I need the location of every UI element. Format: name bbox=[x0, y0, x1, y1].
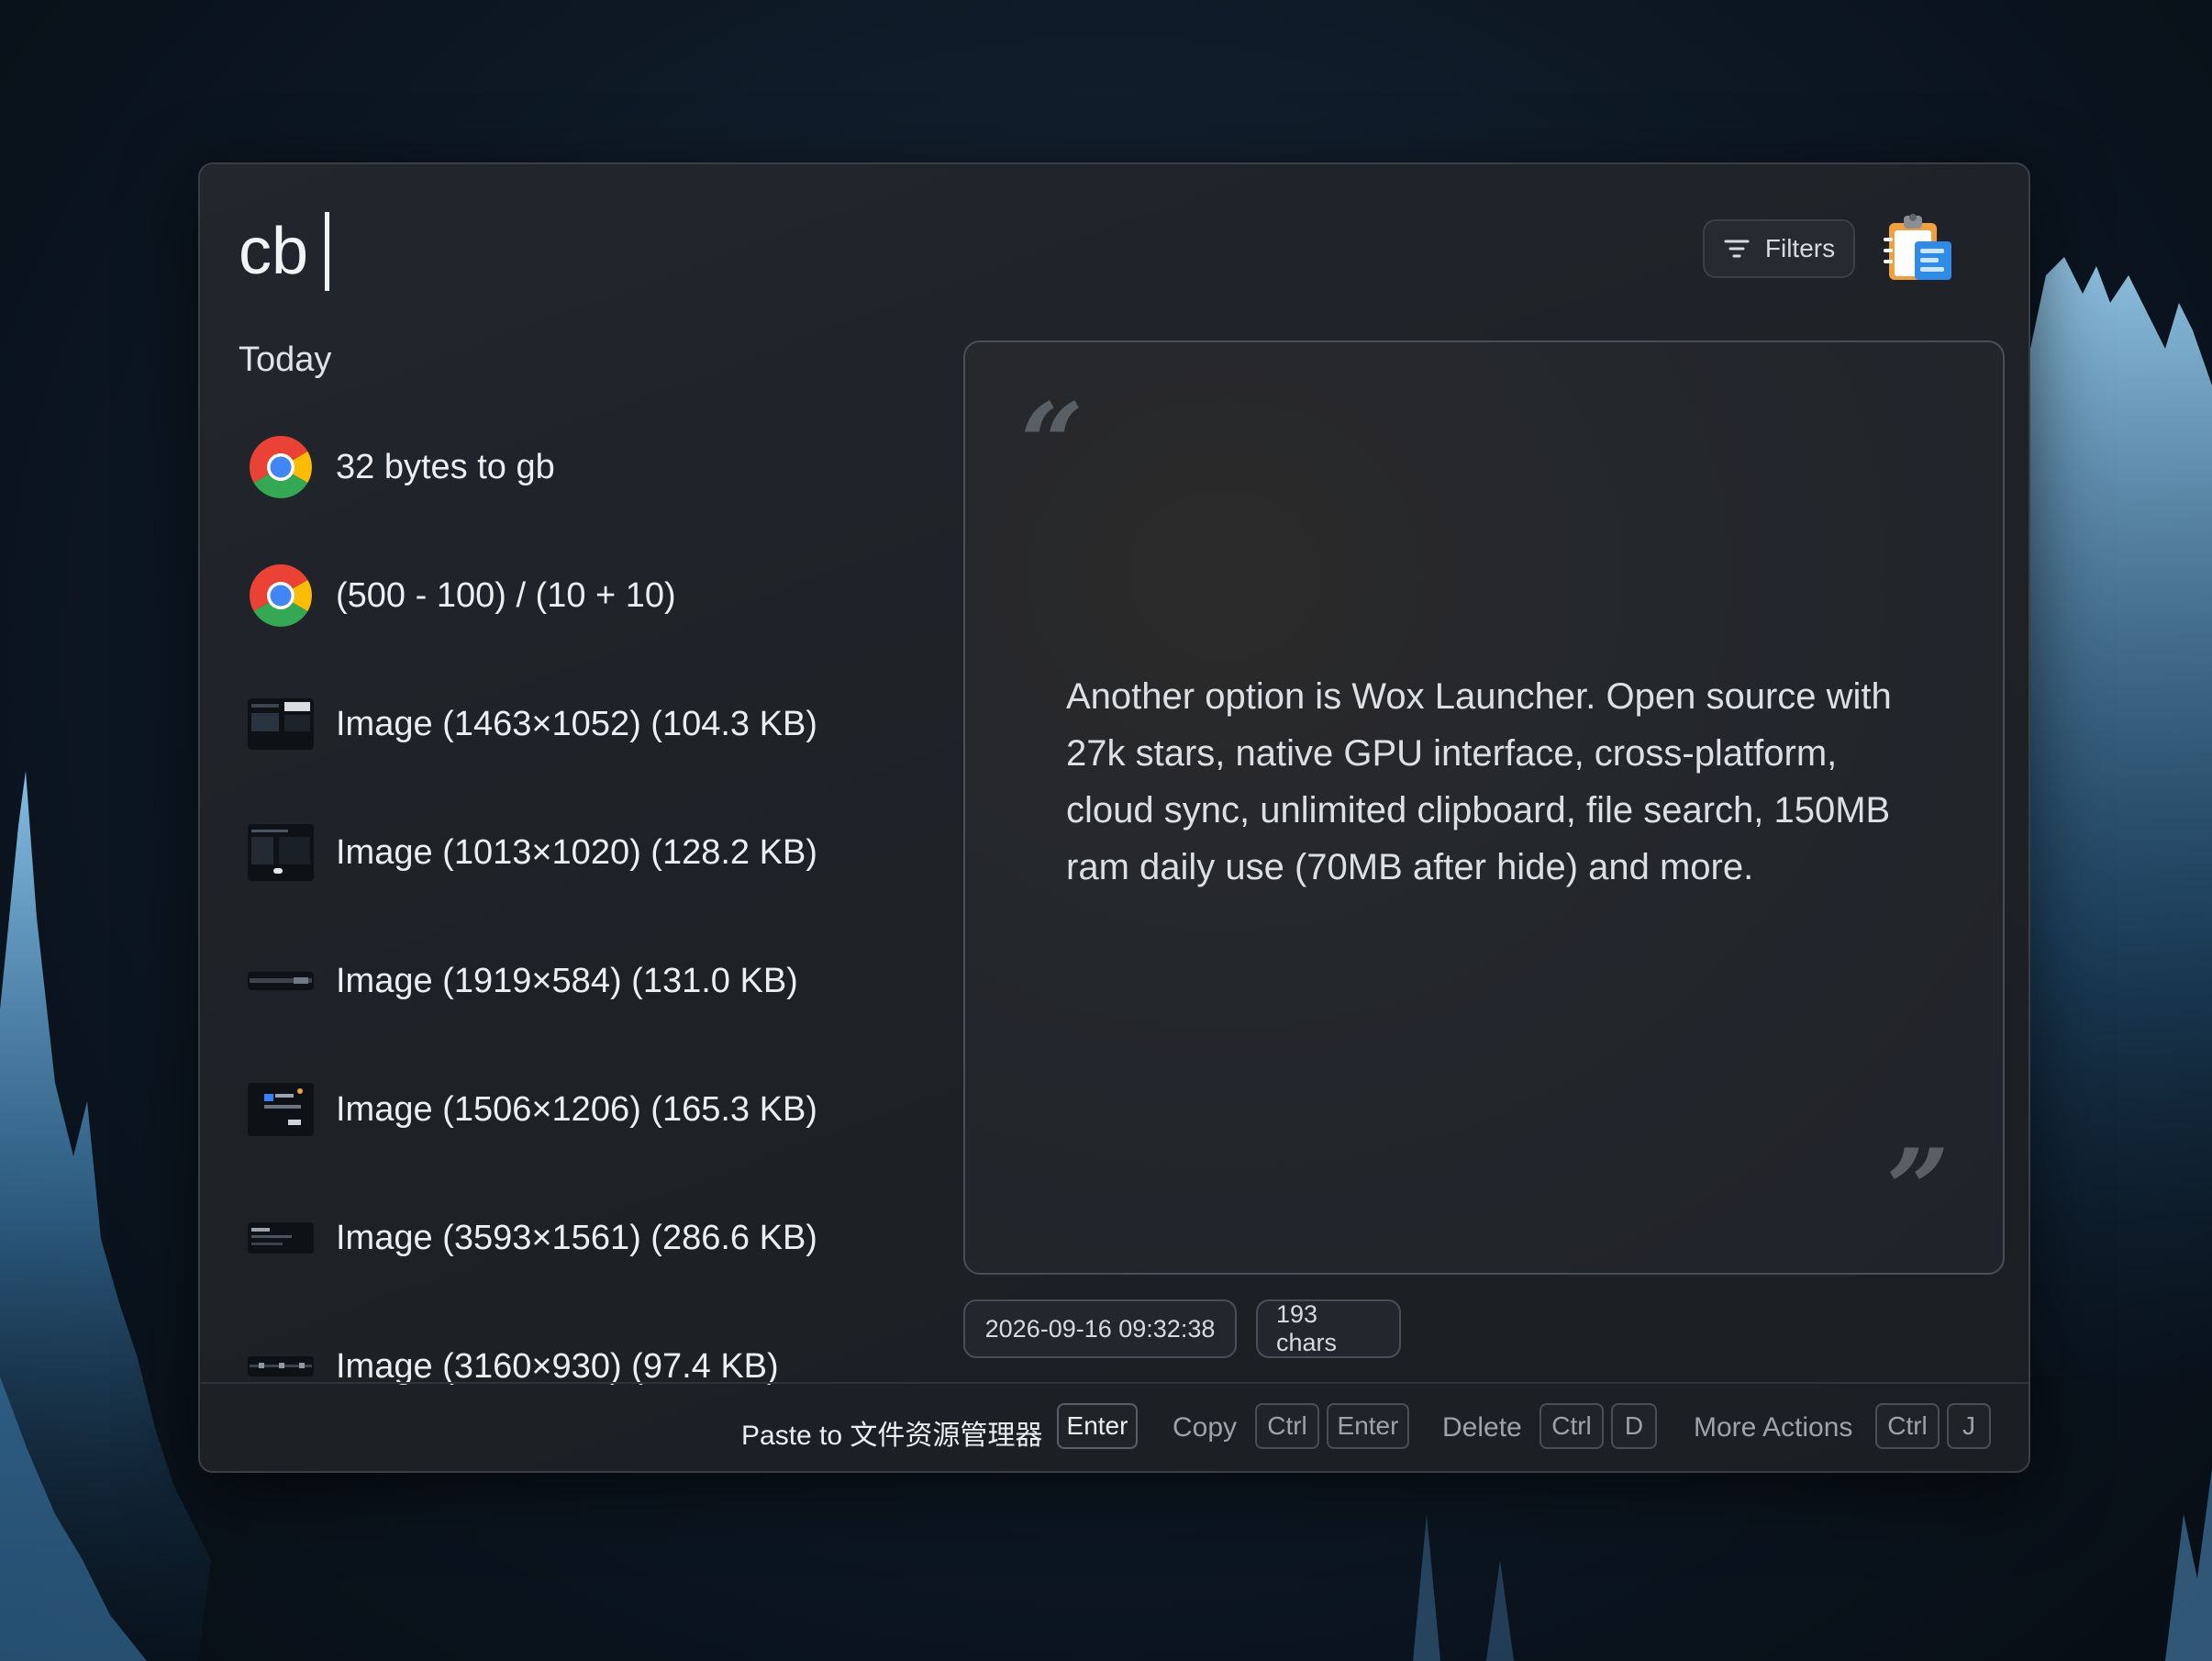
image-thumbnail bbox=[248, 948, 314, 1014]
image-thumbnail bbox=[248, 819, 314, 886]
list-item-label: Image (3593×1561) (286.6 KB) bbox=[336, 1218, 817, 1257]
more-actions-label: More Actions bbox=[1694, 1412, 1853, 1443]
search-query-text: cb bbox=[239, 215, 309, 288]
filters-button[interactable]: Filters bbox=[1703, 219, 1855, 278]
image-thumbnail bbox=[248, 691, 314, 757]
action-bar: Paste to 文件资源管理器 Enter Copy Ctrl Enter D… bbox=[200, 1385, 2029, 1471]
key-ctrl: Ctrl bbox=[1540, 1403, 1604, 1449]
list-item-label: Image (1013×1020) (128.2 KB) bbox=[336, 832, 817, 872]
chrome-icon bbox=[248, 434, 314, 500]
paste-action-label: Paste to 文件资源管理器 bbox=[741, 1421, 1043, 1451]
list-item-label: Image (1919×584) (131.0 KB) bbox=[336, 961, 798, 1000]
key-j: J bbox=[1947, 1403, 1991, 1449]
image-thumbnail bbox=[248, 1076, 314, 1143]
chrome-icon bbox=[248, 563, 314, 629]
preview-text: Another option is Wox Launcher. Open sou… bbox=[1066, 676, 1892, 887]
key-ctrl: Ctrl bbox=[1255, 1403, 1319, 1449]
key-enter: Enter bbox=[1327, 1403, 1409, 1449]
char-count-badge: 193 chars bbox=[1256, 1299, 1401, 1358]
key-enter: Enter bbox=[1057, 1403, 1138, 1449]
key-ctrl: Ctrl bbox=[1875, 1403, 1940, 1449]
filter-icon bbox=[1724, 240, 1750, 258]
action-bar-divider bbox=[200, 1382, 2029, 1384]
list-item-label: Image (3160×930) (97.4 KB) bbox=[336, 1346, 779, 1386]
copy-action-label: Copy bbox=[1173, 1412, 1238, 1443]
timestamp-badge: 2026-09-16 09:32:38 bbox=[963, 1299, 1237, 1358]
preview-panel: “ Another option is Wox Launcher. Open s… bbox=[963, 340, 2005, 1275]
text-caret bbox=[325, 212, 330, 291]
search-input[interactable]: cb bbox=[239, 210, 330, 293]
list-item-label: (500 - 100) / (10 + 10) bbox=[336, 575, 676, 615]
launcher-window: cb Filters Today 32 bytes to gb (500 - 1… bbox=[198, 162, 2030, 1473]
open-quote-icon: “ bbox=[1020, 379, 1084, 508]
delete-action-label: Delete bbox=[1442, 1412, 1522, 1443]
key-d: D bbox=[1611, 1403, 1657, 1449]
filters-label: Filters bbox=[1764, 234, 1836, 262]
list-item-label: Image (1463×1052) (104.3 KB) bbox=[336, 704, 817, 743]
list-item-label: Image (1506×1206) (165.3 KB) bbox=[336, 1089, 817, 1129]
section-label-today: Today bbox=[239, 340, 332, 379]
clipboard-plugin-icon bbox=[1884, 214, 1951, 280]
image-thumbnail bbox=[248, 1205, 314, 1271]
list-item-label: 32 bytes to gb bbox=[336, 447, 555, 486]
close-quote-icon: ” bbox=[1885, 1125, 1950, 1254]
